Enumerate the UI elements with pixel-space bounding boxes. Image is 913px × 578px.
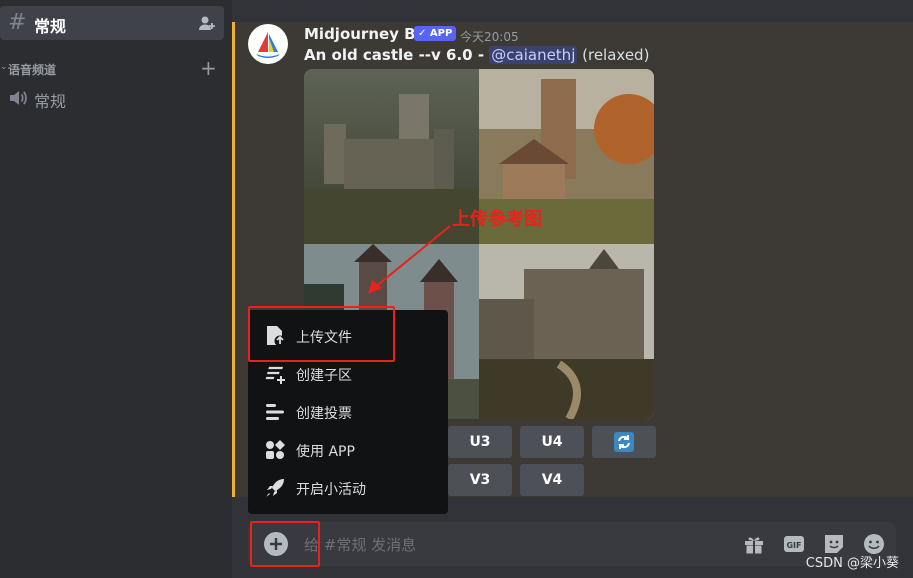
watermark: CSDN @梁小葵	[805, 556, 899, 571]
apps-icon	[266, 440, 285, 459]
voice-channel-general[interactable]: 常规	[8, 86, 218, 111]
app-badge: ✓ APP	[414, 26, 457, 41]
message-prompt-line: An old castle --v 6.0 - @caianethj (rela…	[304, 46, 649, 64]
chevron-down-icon: ⌄	[0, 62, 8, 72]
category-label: 语音频道	[8, 63, 57, 77]
gift-icon[interactable]	[742, 532, 766, 556]
menu-item-create-poll[interactable]: 创建投票	[256, 394, 440, 428]
message-input-bar[interactable]: 给 #常规 发消息 GIF	[248, 522, 896, 566]
gif-icon[interactable]: GIF	[782, 532, 806, 556]
thread-icon	[265, 366, 285, 384]
reroll-button[interactable]	[592, 426, 656, 458]
menu-label: 创建子区	[296, 368, 352, 384]
hash-icon: #	[8, 10, 27, 35]
prompt-separator: -	[472, 46, 490, 64]
channel-item-general[interactable]: # 常规	[0, 6, 224, 40]
add-channel-icon[interactable]: +	[200, 56, 217, 80]
menu-label: 使用 APP	[296, 444, 355, 460]
mode-text: (relaxed)	[577, 46, 650, 64]
poll-icon	[266, 404, 284, 420]
voice-category[interactable]: ⌄ 语音频道 +	[0, 56, 224, 80]
svg-text:GIF: GIF	[786, 541, 801, 550]
rocket-icon	[266, 479, 284, 497]
message-input[interactable]: 给 #常规 发消息	[304, 534, 416, 555]
voice-channel-name: 常规	[34, 92, 67, 111]
annotation-label: 上传参考图	[452, 209, 542, 230]
app-badge-label: APP	[429, 28, 453, 39]
channel-name: 常规	[34, 17, 67, 36]
refresh-icon	[614, 432, 634, 452]
bot-avatar[interactable]	[248, 24, 288, 64]
upscale-4-button[interactable]: U4	[520, 426, 584, 458]
sailboat-logo-icon	[256, 32, 280, 58]
menu-label: 创建投票	[296, 406, 352, 422]
invite-user-icon[interactable]	[198, 14, 216, 32]
channel-sidebar: # 常规 ⌄ 语音频道 + 常规	[0, 0, 232, 578]
variation-4-button[interactable]: V4	[520, 464, 584, 496]
message-timestamp: 今天20:05	[460, 30, 519, 44]
upscale-3-button[interactable]: U3	[448, 426, 512, 458]
variation-3-button[interactable]: V3	[448, 464, 512, 496]
prompt-text: An old castle --v 6.0	[304, 46, 473, 64]
annotation-arrow	[368, 225, 451, 294]
menu-item-use-app[interactable]: 使用 APP	[256, 432, 440, 466]
generated-image-4[interactable]	[479, 244, 654, 419]
annotation-box-upload	[248, 306, 395, 362]
menu-label: 开启小活动	[296, 482, 366, 498]
menu-item-start-activity[interactable]: 开启小活动	[256, 470, 440, 504]
speaker-icon	[10, 91, 27, 105]
user-mention[interactable]: @caianethj	[489, 46, 578, 64]
annotation-box-plus	[250, 521, 320, 567]
